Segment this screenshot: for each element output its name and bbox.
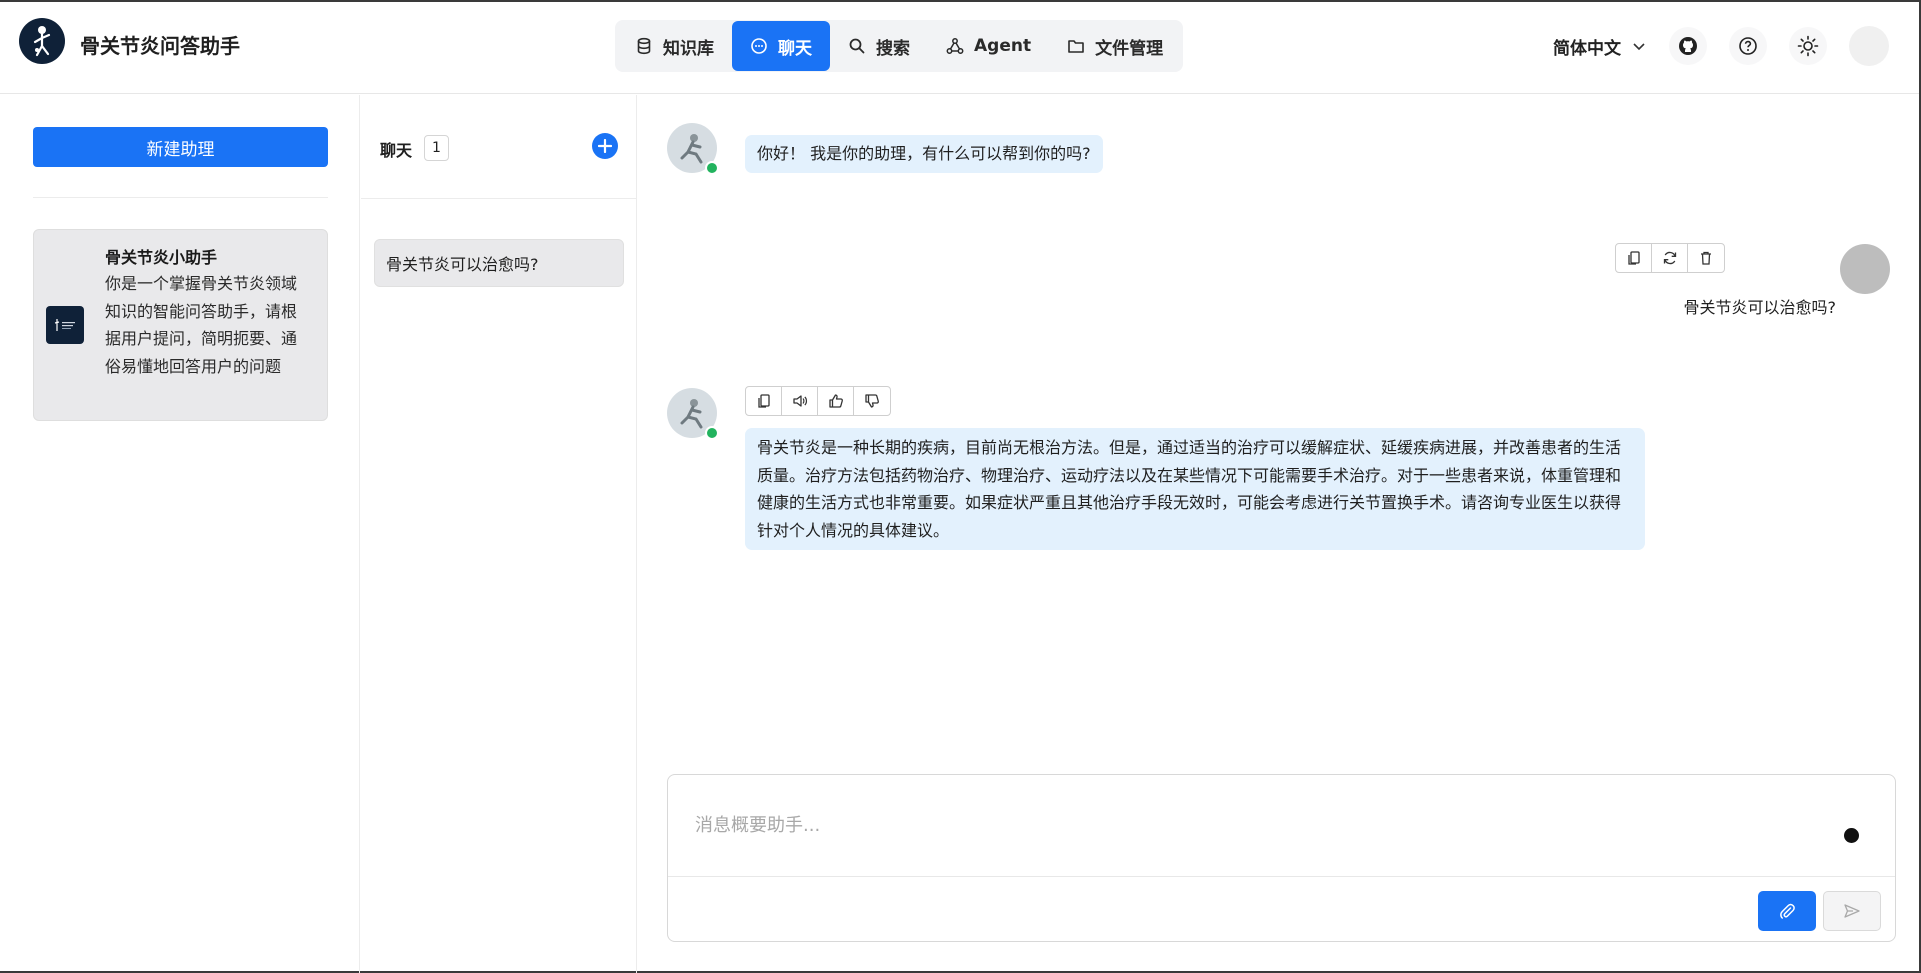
bot-avatar bbox=[667, 123, 719, 175]
send-button[interactable] bbox=[1823, 891, 1881, 931]
theme-toggle-button[interactable] bbox=[1789, 27, 1827, 65]
trash-icon bbox=[1701, 251, 1711, 265]
user-message-text: 骨关节炎可以治愈吗? bbox=[1683, 298, 1837, 317]
composer-divider bbox=[668, 876, 1895, 877]
nav-search-label: 搜索 bbox=[876, 38, 910, 59]
copy-button[interactable] bbox=[1616, 244, 1652, 272]
user-avatar-top[interactable] bbox=[1849, 26, 1889, 66]
chat-list-item[interactable]: 骨关节炎可以治愈吗? bbox=[374, 239, 624, 287]
nav-agent[interactable]: Agent bbox=[928, 21, 1049, 71]
copy-icon bbox=[757, 394, 770, 408]
assistant-description: 你是一个掌握骨关节炎领域知识的智能问答助手，请根据用户提问，简明扼要、通俗易懂地… bbox=[105, 274, 298, 376]
main-nav: 知识库 聊天 搜索 Agent 文件管理 bbox=[615, 20, 1184, 72]
nav-chat-label: 聊天 bbox=[778, 38, 812, 59]
dislike-button[interactable] bbox=[854, 387, 890, 415]
chat-count-badge: 1 bbox=[424, 135, 449, 161]
chat-icon bbox=[751, 38, 767, 54]
robot-figure-icon bbox=[680, 399, 703, 429]
read-aloud-button[interactable] bbox=[782, 387, 818, 415]
answer-toolbar bbox=[745, 386, 891, 416]
sidebar-divider bbox=[33, 197, 328, 198]
nav-knowledge-base-label: 知识库 bbox=[663, 38, 714, 59]
language-label: 简体中文 bbox=[1553, 38, 1621, 59]
assistant-card[interactable]: 骨关节炎小助手 你是一个掌握骨关节炎领域知识的智能问答助手，请根据用户提问，简明… bbox=[33, 229, 328, 421]
app-title: 骨关节炎问答助手 bbox=[80, 34, 240, 58]
user-avatar bbox=[1840, 244, 1890, 294]
bot-avatar bbox=[667, 388, 719, 440]
message-composer bbox=[667, 774, 1896, 942]
app-window: 骨关节炎问答助手 知识库 聊天 搜索 Agent 文件管理 简体中文 新建助理 … bbox=[0, 0, 1921, 973]
robot-figure-icon bbox=[680, 134, 703, 164]
language-selector[interactable]: 简体中文 bbox=[1553, 34, 1647, 59]
chevron-down-icon bbox=[1633, 43, 1645, 51]
help-button[interactable] bbox=[1729, 27, 1767, 65]
nav-file-management[interactable]: 文件管理 bbox=[1049, 21, 1181, 71]
speaker-icon bbox=[792, 395, 807, 407]
paperclip-icon bbox=[1780, 903, 1795, 919]
header-actions: 简体中文 bbox=[1553, 26, 1889, 66]
message-input[interactable] bbox=[669, 776, 1894, 875]
agent-icon bbox=[946, 38, 964, 54]
assistant-avatar bbox=[46, 306, 84, 344]
mouse-cursor bbox=[1844, 828, 1859, 843]
chat-list-title: 聊天 bbox=[380, 141, 413, 160]
nav-file-management-label: 文件管理 bbox=[1095, 38, 1164, 59]
github-icon bbox=[1679, 37, 1697, 55]
nav-agent-label: Agent bbox=[974, 36, 1032, 56]
like-button[interactable] bbox=[818, 387, 854, 415]
top-header: 骨关节炎问答助手 知识库 聊天 搜索 Agent 文件管理 简体中文 bbox=[0, 4, 1919, 94]
thumbs-down-icon bbox=[865, 394, 879, 408]
answer-bubble: 骨关节炎是一种长期的疾病，目前尚无根治方法。但是，通过适当的治疗可以缓解症状、延… bbox=[745, 428, 1645, 550]
refresh-icon bbox=[1663, 251, 1676, 265]
attach-button[interactable] bbox=[1758, 891, 1816, 931]
chat-list-header: 聊天 1 bbox=[361, 95, 637, 199]
app-logo bbox=[19, 18, 65, 64]
copy-icon bbox=[1627, 251, 1640, 265]
online-status-dot bbox=[705, 426, 719, 440]
thumbs-up-icon bbox=[828, 394, 843, 408]
online-status-dot bbox=[705, 161, 719, 175]
nav-search[interactable]: 搜索 bbox=[830, 21, 928, 71]
assistant-logo-icon bbox=[54, 319, 75, 331]
delete-button[interactable] bbox=[1688, 244, 1724, 272]
help-icon bbox=[1739, 37, 1757, 55]
copy-button[interactable] bbox=[746, 387, 782, 415]
chat-list-panel: 聊天 1 骨关节炎可以治愈吗? bbox=[361, 95, 637, 973]
nav-chat[interactable]: 聊天 bbox=[732, 21, 830, 71]
sun-icon bbox=[1797, 35, 1819, 57]
user-message-toolbar bbox=[1615, 243, 1725, 273]
plus-icon bbox=[598, 139, 612, 153]
regenerate-button[interactable] bbox=[1652, 244, 1688, 272]
folder-icon bbox=[1068, 40, 1084, 53]
skeleton-logo-icon bbox=[33, 26, 51, 57]
greeting-bubble: 你好！ 我是你的助理，有什么可以帮到你的吗? bbox=[745, 135, 1103, 173]
github-button[interactable] bbox=[1669, 27, 1707, 65]
nav-knowledge-base[interactable]: 知识库 bbox=[617, 21, 732, 71]
new-assistant-button[interactable]: 新建助理 bbox=[33, 127, 328, 167]
send-icon bbox=[1844, 904, 1860, 918]
conversation-panel: 你好！ 我是你的助理，有什么可以帮到你的吗? 骨关节炎可以治愈吗? 骨关节炎是一… bbox=[638, 95, 1919, 973]
database-icon bbox=[637, 37, 651, 55]
add-chat-button[interactable] bbox=[592, 133, 618, 159]
search-icon bbox=[849, 38, 865, 54]
assistant-name: 骨关节炎小助手 bbox=[105, 248, 218, 267]
assistant-sidebar: 新建助理 骨关节炎小助手 你是一个掌握骨关节炎领域知识的智能问答助手，请根据用户… bbox=[0, 95, 360, 973]
